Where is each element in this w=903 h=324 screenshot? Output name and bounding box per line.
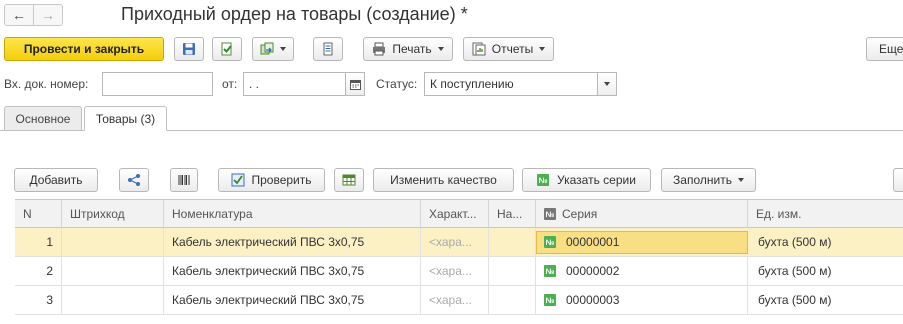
series-value: 00000001: [566, 235, 620, 249]
more-goods-button[interactable]: [893, 168, 903, 192]
cell-series[interactable]: № 00000002: [536, 257, 748, 285]
table-row[interactable]: 1 Кабель электрический ПВС 3х0,75 <хара.…: [15, 228, 903, 257]
structure-button[interactable]: [313, 37, 343, 61]
reports-icon: [472, 42, 486, 56]
column-header-na[interactable]: На...: [489, 200, 536, 228]
share-button[interactable]: [119, 168, 149, 192]
arrow-right-icon: →: [41, 7, 55, 23]
check-button[interactable]: Проверить: [218, 168, 325, 192]
cell-series[interactable]: № 00000001: [536, 228, 748, 256]
print-label: Печать: [392, 42, 432, 56]
fill-button[interactable]: Заполнить: [661, 168, 756, 192]
barcode-scan-button[interactable]: [170, 168, 198, 192]
column-header-barcode[interactable]: Штрихкод: [62, 200, 164, 228]
cell-barcode: [62, 228, 164, 256]
column-header-series[interactable]: № Серия: [536, 200, 748, 228]
forward-button[interactable]: →: [33, 4, 63, 26]
set-series-label: Указать серии: [557, 173, 636, 187]
create-based-on-icon: [260, 42, 274, 55]
column-header-characteristic[interactable]: Характ...: [421, 200, 489, 228]
series-number-icon: №: [537, 174, 550, 186]
cell-n: 1: [15, 228, 62, 256]
incoming-number-input[interactable]: [102, 72, 213, 96]
post-document-icon: [221, 42, 232, 56]
table-fill-icon: [342, 174, 356, 186]
chevron-down-icon: [604, 82, 610, 86]
column-header-item[interactable]: Номенклатура: [164, 200, 421, 228]
barcode-icon: [178, 175, 190, 185]
window-title: Приходный ордер на товары (создание) *: [121, 4, 468, 24]
save-button[interactable]: [174, 37, 204, 61]
check-label: Проверить: [251, 173, 312, 187]
printer-icon: [373, 42, 386, 56]
cell-unit: бухта (500 м): [758, 235, 832, 249]
column-header-n[interactable]: N: [15, 200, 62, 228]
cell-unit: бухта (500 м): [758, 264, 832, 278]
cell-n: 3: [15, 286, 62, 314]
share-icon: [128, 174, 140, 186]
set-series-button[interactable]: № Указать серии: [522, 168, 651, 192]
series-number-icon: №: [544, 208, 556, 220]
incoming-number-label: Вх. док. номер:: [4, 77, 89, 91]
date-label: от:: [222, 77, 238, 91]
cell-unit: бухта (500 м): [758, 293, 832, 307]
cell-na: [489, 257, 536, 285]
cell-characteristic: <хара...: [421, 286, 489, 314]
more-button[interactable]: Еще: [866, 37, 903, 61]
floppy-disk-icon: [183, 43, 195, 55]
calendar-icon: [349, 79, 361, 90]
add-button[interactable]: Добавить: [14, 168, 98, 192]
post-and-close-button[interactable]: Провести и закрыть: [4, 37, 164, 61]
status-select[interactable]: К поступлению: [424, 72, 598, 96]
reports-label: Отчеты: [491, 42, 534, 56]
table-row[interactable]: 2 Кабель электрический ПВС 3х0,75 <хара.…: [15, 257, 903, 286]
calendar-button[interactable]: [345, 72, 365, 96]
change-quality-button[interactable]: Изменить качество: [373, 168, 514, 192]
series-number-icon: №: [544, 265, 556, 277]
cell-characteristic: <хара...: [421, 228, 489, 256]
status-dropdown-button[interactable]: [597, 72, 617, 96]
series-value: 00000002: [566, 264, 620, 278]
tab-goods[interactable]: Товары (3): [84, 106, 167, 131]
cell-characteristic: <хара...: [421, 257, 489, 285]
reports-button[interactable]: Отчеты: [463, 37, 554, 61]
cell-na: [489, 286, 536, 314]
fill-table-button[interactable]: [334, 168, 364, 192]
column-header-unit[interactable]: Ед. изм.: [748, 200, 903, 228]
cell-item: Кабель электрический ПВС 3х0,75: [164, 228, 421, 256]
date-input[interactable]: . .: [243, 72, 346, 96]
series-value: 00000003: [566, 293, 620, 307]
checklist-icon: [231, 173, 245, 187]
cell-item: Кабель электрический ПВС 3х0,75: [164, 286, 421, 314]
create-based-on-button[interactable]: [252, 37, 294, 61]
cell-barcode: [62, 286, 164, 314]
status-label: Статус:: [376, 77, 418, 91]
table-header: N Штрихкод Номенклатура Характ... На... …: [15, 199, 903, 228]
series-header-label: Серия: [562, 207, 598, 221]
back-button[interactable]: ←: [4, 4, 34, 26]
cell-na: [489, 228, 536, 256]
print-button[interactable]: Печать: [363, 37, 453, 61]
cell-barcode: [62, 257, 164, 285]
arrow-left-icon: ←: [12, 7, 26, 23]
series-number-icon: №: [544, 294, 556, 306]
list-document-icon: [323, 42, 333, 56]
table-row[interactable]: 3 Кабель электрический ПВС 3х0,75 <хара.…: [15, 286, 903, 315]
series-number-icon: №: [544, 236, 556, 248]
cell-n: 2: [15, 257, 62, 285]
cell-series[interactable]: № 00000003: [536, 286, 748, 314]
post-button[interactable]: [212, 37, 242, 61]
tab-main[interactable]: Основное: [4, 106, 82, 131]
cell-item: Кабель электрический ПВС 3х0,75: [164, 257, 421, 285]
